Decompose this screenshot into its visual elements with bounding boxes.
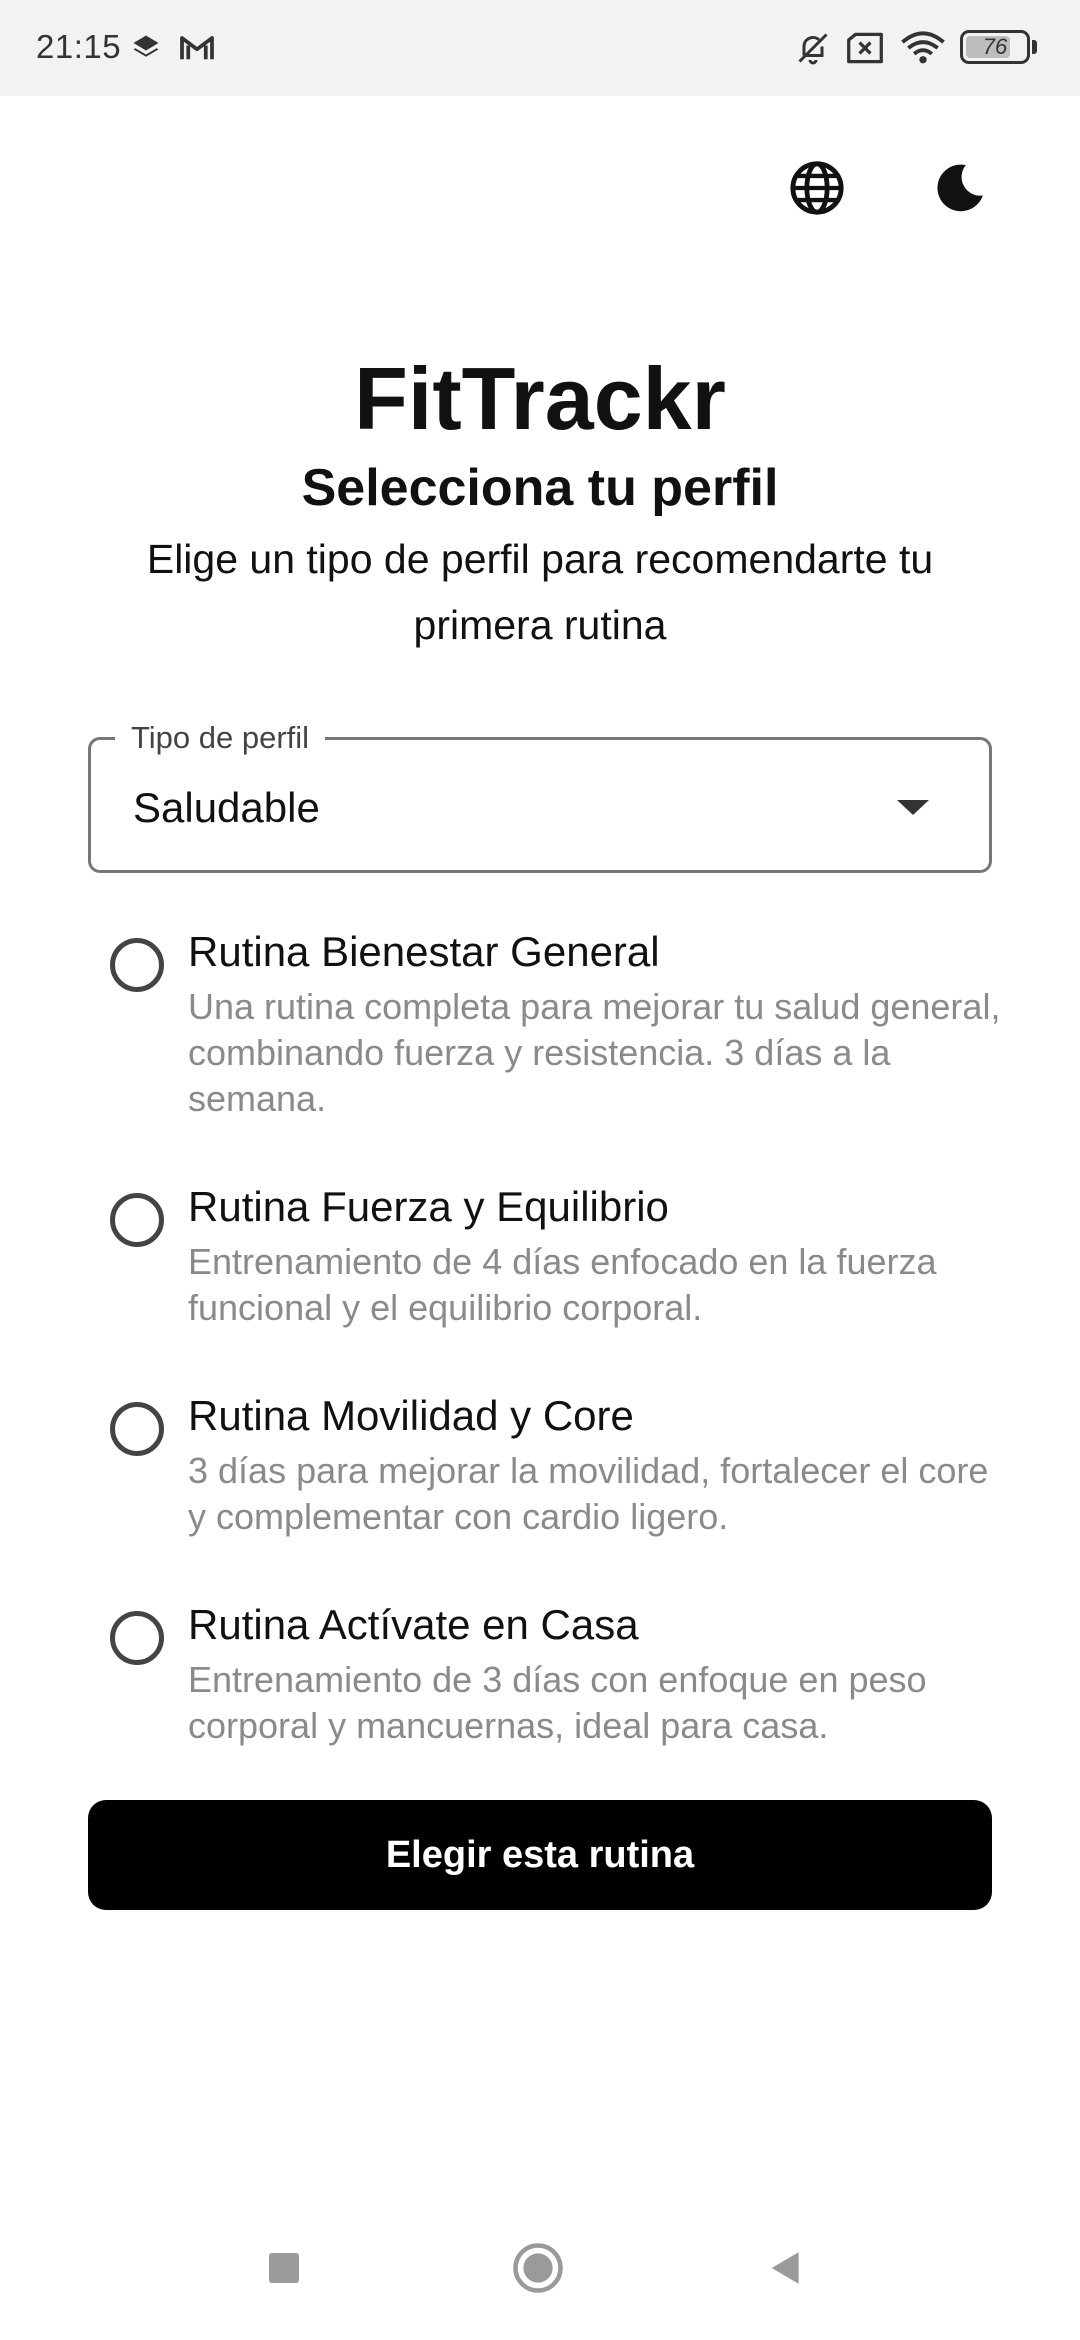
battery-icon: 76	[960, 30, 1030, 64]
routine-radio[interactable]	[110, 1611, 164, 1665]
status-time: 21:15	[36, 28, 122, 65]
app-title: FitTrackr	[354, 349, 726, 448]
nav-back-button[interactable]	[756, 2240, 816, 2300]
nav-recents-button[interactable]	[254, 2240, 314, 2300]
routine-title: Rutina Movilidad y Core	[188, 1392, 634, 1439]
triangle-back-icon	[767, 2249, 805, 2292]
battery-tip	[1032, 40, 1037, 54]
nav-home-button[interactable]	[508, 2240, 568, 2300]
dropdown-arrow-icon[interactable]	[897, 800, 929, 815]
routine-option-fuerza-equilibrio[interactable]: Rutina Fuerza y Equilibrio Entrenamiento…	[100, 1183, 1000, 1333]
choose-routine-button[interactable]: Elegir esta rutina	[88, 1800, 992, 1910]
profile-type-select[interactable]: Tipo de perfil Saludable	[88, 720, 992, 873]
wifi-icon	[898, 28, 948, 68]
sim-error-icon	[844, 28, 886, 68]
page-description: Elige un tipo de perfil para recomendart…	[146, 536, 934, 648]
routine-description: Entrenamiento de 4 días enfocado en la f…	[188, 1241, 937, 1328]
routine-description: Una rutina completa para mejorar tu salu…	[188, 986, 1001, 1119]
language-button[interactable]	[785, 158, 849, 222]
gmail-icon	[176, 28, 218, 68]
status-bar: 21:15 76	[0, 0, 1080, 96]
layers-icon	[128, 28, 164, 68]
square-icon	[266, 2250, 302, 2291]
profile-type-value: Saludable	[133, 784, 320, 831]
routine-radio[interactable]	[110, 938, 164, 992]
routine-description: 3 días para mejorar la movilidad, fortal…	[188, 1450, 989, 1537]
moon-icon	[932, 160, 988, 221]
routine-option-movilidad-core[interactable]: Rutina Movilidad y Core 3 días para mejo…	[100, 1392, 1000, 1542]
routine-radio[interactable]	[110, 1193, 164, 1247]
circle-home-icon	[511, 2241, 565, 2300]
routine-title: Rutina Actívate en Casa	[188, 1601, 639, 1648]
bell-off-icon	[792, 28, 834, 68]
routine-radio[interactable]	[110, 1402, 164, 1456]
routine-description: Entrenamiento de 3 días con enfoque en p…	[188, 1659, 927, 1746]
routine-title: Rutina Fuerza y Equilibrio	[188, 1183, 669, 1230]
battery-level: 76	[982, 34, 1008, 59]
routine-option-bienestar-general[interactable]: Rutina Bienestar General Una rutina comp…	[100, 928, 1000, 1128]
routine-title: Rutina Bienestar General	[188, 928, 660, 975]
profile-type-label: Tipo de perfil	[115, 720, 326, 756]
globe-icon	[788, 159, 846, 222]
routine-option-activate-en-casa[interactable]: Rutina Actívate en Casa Entrenamiento de…	[100, 1601, 1000, 1751]
page-subtitle: Selecciona tu perfil	[301, 459, 779, 517]
theme-toggle-button[interactable]	[928, 158, 992, 222]
